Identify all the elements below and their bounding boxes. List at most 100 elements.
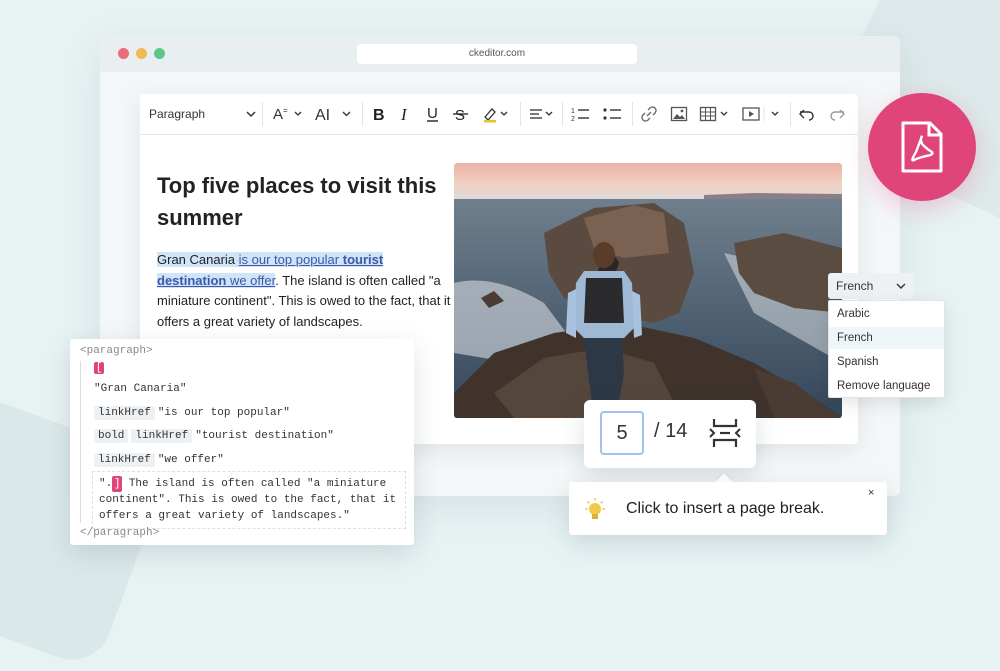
editor-toolbar: Paragraph A = AI B I U S 1 2 <box>140 94 858 135</box>
image-icon <box>670 106 688 122</box>
toolbar-separator <box>362 102 363 126</box>
text-node-value: "Gran Canaria" <box>94 383 187 395</box>
text-node-value: ". <box>99 478 113 490</box>
font-family-icon: AI <box>315 107 351 124</box>
numbered-list-icon: 1 2 <box>571 108 589 123</box>
svg-text:2: 2 <box>571 116 575 123</box>
lightbulb-icon <box>585 498 605 519</box>
svg-text:U: U <box>427 105 438 122</box>
italic-icon: I <box>400 105 408 123</box>
svg-text:I: I <box>400 105 408 123</box>
page-total: / 14 <box>654 420 688 442</box>
strikethrough-button[interactable]: S <box>450 102 472 126</box>
text-node-value: "is our top popular" <box>157 407 290 419</box>
page-navigator: 5 / 14 <box>584 400 756 468</box>
paragraph-link[interactable]: we offer <box>226 273 275 288</box>
export-pdf-badge[interactable] <box>868 93 976 201</box>
page-break-tooltip: Click to insert a page break. × <box>569 482 887 535</box>
maximize-window-dot[interactable] <box>154 48 165 59</box>
italic-button[interactable]: I <box>394 102 416 126</box>
toolbar-separator <box>790 102 791 126</box>
redo-icon <box>830 109 845 121</box>
remove-language-option[interactable]: Remove language <box>829 375 944 397</box>
browser-title-bar: ckeditor.com <box>100 36 900 72</box>
page-break-icon[interactable] <box>708 416 742 450</box>
toolbar-separator <box>520 102 521 126</box>
align-left-icon <box>530 109 553 119</box>
close-window-dot[interactable] <box>118 48 129 59</box>
underline-button[interactable]: U <box>422 102 444 126</box>
address-bar[interactable]: ckeditor.com <box>357 44 637 64</box>
paragraph-close-tag: </paragraph> <box>80 527 160 539</box>
hiker-photo[interactable] <box>454 163 842 418</box>
data-model-panel: <paragraph> [ "Gran Canaria" linkHref "is… <box>70 339 414 545</box>
insert-media-button[interactable] <box>738 102 784 126</box>
toolbar-separator <box>262 102 263 126</box>
bold-icon: B <box>373 107 385 123</box>
text-node: linkHref "is our top popular" <box>94 406 290 420</box>
heading-dropdown[interactable]: Paragraph <box>148 102 256 126</box>
text-node-value: The island is often called "a miniature … <box>99 478 397 522</box>
numbered-list-button[interactable]: 1 2 <box>568 102 592 126</box>
close-icon[interactable]: × <box>868 487 874 499</box>
text-node: bold linkHref "tourist destination" <box>94 429 334 443</box>
media-icon <box>742 107 779 121</box>
table-icon <box>699 106 728 122</box>
svg-text:AI: AI <box>315 107 330 124</box>
highlight-icon <box>484 108 508 123</box>
chevron-down-icon <box>896 283 906 289</box>
document-paragraph[interactable]: Gran Canaria is our top popular tourist d… <box>157 250 457 332</box>
strikethrough-icon: S <box>453 107 468 123</box>
text-node-value: "we offer" <box>157 454 224 466</box>
svg-text:=: = <box>283 106 288 115</box>
tree-guide-line <box>80 361 81 523</box>
paragraph-link-bold[interactable]: tourist <box>343 252 383 267</box>
document-heading[interactable]: Top five places to visit this summer <box>157 170 437 234</box>
paragraph-link[interactable]: is our top popular <box>239 252 343 267</box>
font-size-icon: A = <box>273 106 302 123</box>
chevron-down-icon <box>246 111 256 118</box>
undo-button[interactable] <box>796 102 818 126</box>
svg-text:S: S <box>455 107 465 123</box>
language-menu: Arabic French Spanish Remove language <box>828 300 945 398</box>
pdf-file-icon <box>901 121 943 173</box>
text-node-value: "tourist destination" <box>195 430 334 442</box>
bulleted-list-button[interactable] <box>600 102 624 126</box>
coastal-cliff-image <box>454 163 842 418</box>
alignment-button[interactable] <box>526 102 556 126</box>
heading-dropdown-label: Paragraph <box>149 107 206 121</box>
minimize-window-dot[interactable] <box>136 48 147 59</box>
selection-start: [ <box>94 362 104 374</box>
language-dropdown[interactable]: French <box>828 273 914 299</box>
language-option-french[interactable]: French <box>829 327 944 349</box>
text-node: "Gran Canaria" <box>94 383 186 395</box>
toolbar-separator <box>632 102 633 126</box>
language-dropdown-label: French <box>836 279 874 293</box>
font-family-button[interactable]: AI <box>312 102 356 126</box>
insert-image-button[interactable] <box>668 102 690 126</box>
attribute-pill: linkHref <box>94 406 155 420</box>
selection-caret: ] <box>112 476 123 492</box>
language-option-spanish[interactable]: Spanish <box>829 351 944 373</box>
font-size-button[interactable]: A = <box>270 102 306 126</box>
undo-icon <box>799 109 814 121</box>
attribute-pill: linkHref <box>94 453 155 467</box>
underline-icon: U <box>427 105 438 122</box>
attribute-pill: bold <box>94 429 129 443</box>
link-icon <box>641 106 657 122</box>
paragraph-text: Gran Canaria <box>157 252 239 267</box>
bulleted-list-icon <box>603 108 621 120</box>
tooltip-text: Click to insert a page break. <box>626 500 825 517</box>
page-number-input[interactable]: 5 <box>600 411 644 455</box>
redo-button[interactable] <box>826 102 848 126</box>
text-node: linkHref "we offer" <box>94 453 224 467</box>
bold-button[interactable]: B <box>368 102 390 126</box>
selection-caret: [ <box>94 362 104 374</box>
svg-text:1: 1 <box>571 108 575 115</box>
link-button[interactable] <box>638 102 660 126</box>
attribute-pill: linkHref <box>131 429 193 443</box>
highlight-button[interactable] <box>480 102 512 126</box>
language-option-arabic[interactable]: Arabic <box>829 303 944 325</box>
paragraph-link-bold[interactable]: destination <box>157 273 226 288</box>
insert-table-button[interactable] <box>698 102 732 126</box>
